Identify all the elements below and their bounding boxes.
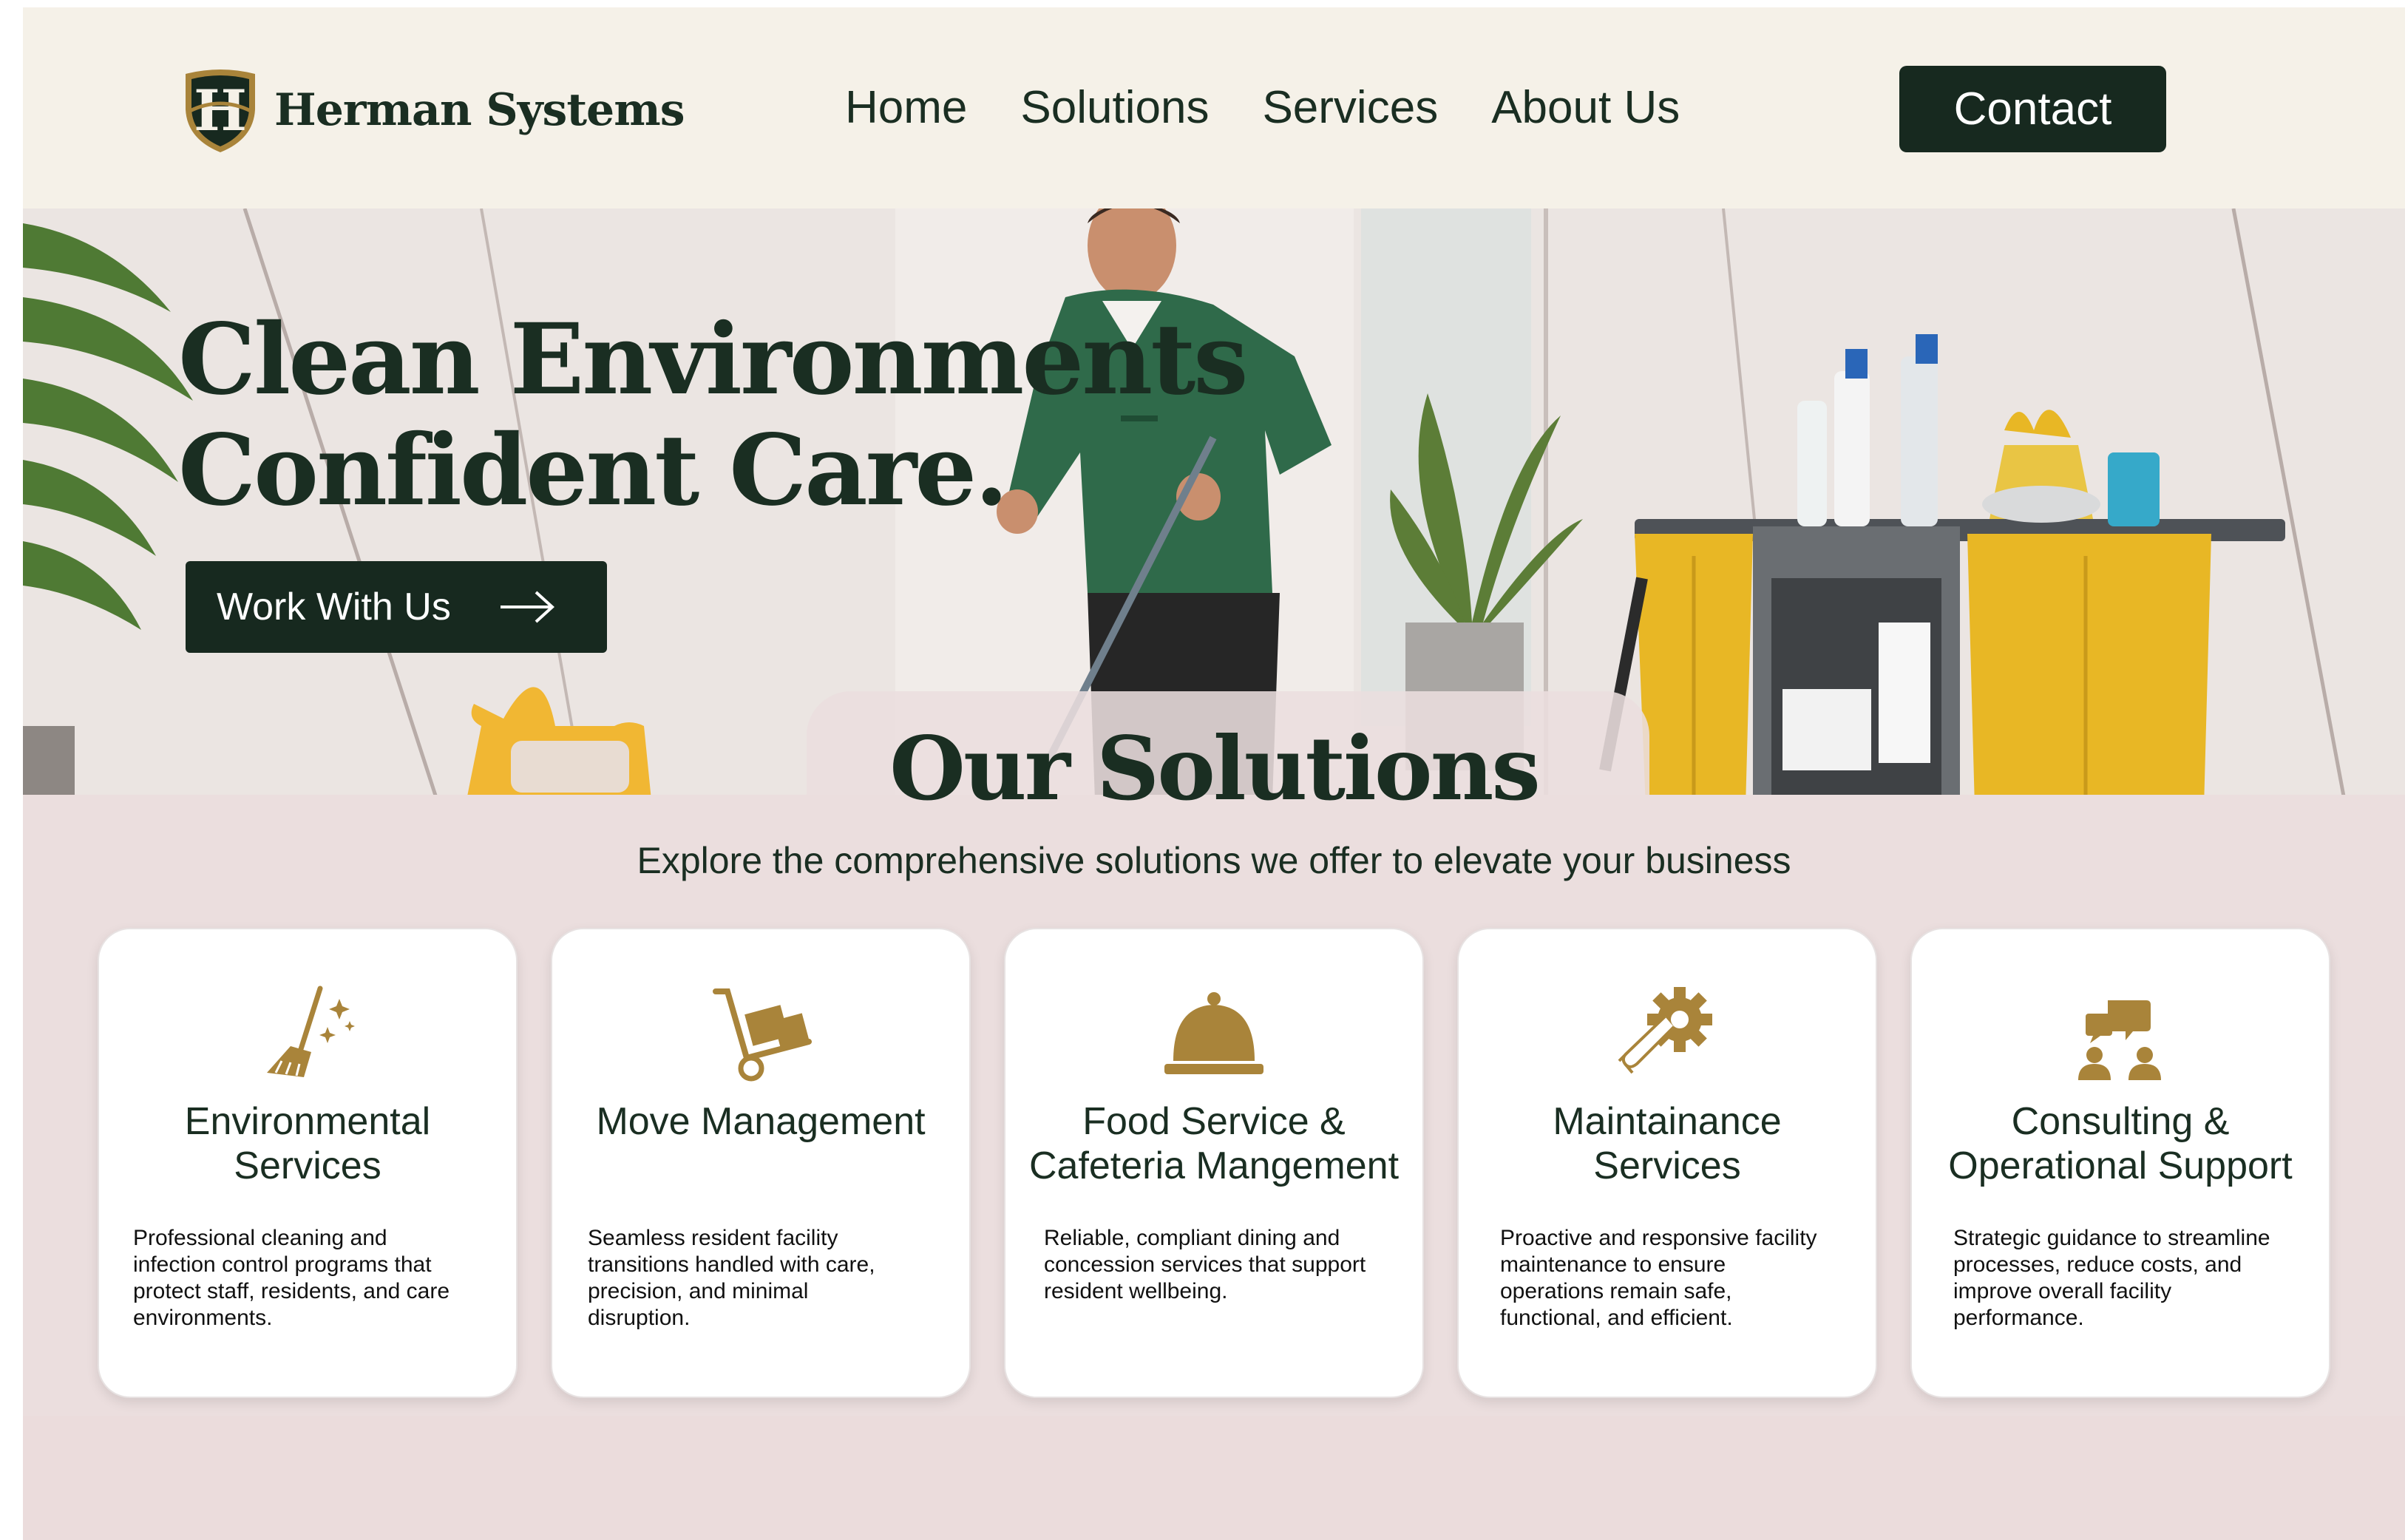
broom-sparkle-icon [267, 986, 355, 1077]
card-title-line: Move Management [596, 1100, 926, 1143]
nav-item-solutions[interactable]: Solutions [1020, 81, 1209, 134]
solution-card-environmental[interactable]: Environmental Services Professional clea… [98, 928, 518, 1398]
card-desc-line: disruption. [588, 1306, 691, 1330]
arrow-right-icon [501, 591, 554, 623]
card-desc-line: Professional cleaning and [133, 1226, 387, 1250]
card-desc-line: concession services that support [1044, 1252, 1366, 1277]
site-header: H Herman Systems Home Solutions Services… [23, 7, 2405, 208]
card-desc-line: precision, and minimal [588, 1279, 809, 1303]
card-title-line: Environmental [184, 1100, 431, 1143]
solutions-title: Our Solutions [889, 717, 1541, 820]
solution-card-consulting[interactable]: Consulting & Operational Support Strateg… [1910, 928, 2330, 1398]
wrench-gear-icon [1618, 987, 1712, 1074]
card-desc-line: improve overall facility [1953, 1279, 2172, 1303]
card-desc-line: performance. [1953, 1306, 2084, 1330]
brand-logo[interactable]: H Herman Systems [180, 67, 685, 154]
hero-title-line: Clean Environments [178, 302, 1249, 417]
card-desc-line: transitions handled with care, [588, 1252, 875, 1277]
page: Clean Environments Confident Care. Work … [23, 7, 2405, 1540]
card-desc-line: infection control programs that [133, 1252, 432, 1277]
contact-button[interactable]: Contact [1899, 66, 2166, 152]
brand-name: Herman Systems [274, 84, 685, 136]
card-desc-line: operations remain safe, [1500, 1279, 1732, 1303]
card-desc-line: Reliable, compliant dining and [1044, 1226, 1340, 1250]
card-desc-line: Strategic guidance to streamline [1953, 1226, 2270, 1250]
solution-card-maintenance[interactable]: Maintainance Services Proactive and resp… [1457, 928, 1877, 1398]
nav-item-about-us[interactable]: About Us [1491, 81, 1680, 134]
logo-letter: H [194, 78, 247, 143]
nav-item-home[interactable]: Home [845, 81, 967, 134]
nav-item-services[interactable]: Services [1262, 81, 1438, 134]
solutions-subtitle: Explore the comprehensive solutions we o… [637, 840, 1791, 881]
page-bottom-band [23, 1416, 2405, 1540]
card-desc-line: maintenance to ensure [1500, 1252, 1726, 1277]
card-desc-line: processes, reduce costs, and [1953, 1252, 2242, 1277]
solution-card-food-service[interactable]: Food Service & Cafeteria Mangement Relia… [1004, 928, 1424, 1398]
card-title-line: Services [234, 1144, 381, 1187]
card-title-line: Operational Support [1948, 1144, 2293, 1187]
consulting-people-icon [2078, 1000, 2161, 1080]
hero-title-line: Confident Care. [178, 413, 1008, 528]
card-desc-line: Proactive and responsive facility [1500, 1226, 1817, 1250]
card-title-line: Consulting & [2011, 1100, 2230, 1143]
card-desc-line: protect staff, residents, and care [133, 1279, 450, 1303]
food-cloche-icon [1164, 992, 1263, 1074]
hand-truck-icon [713, 988, 812, 1082]
hero-title: Clean Environments Confident Care. [178, 302, 1249, 528]
card-desc-line: resident wellbeing. [1044, 1279, 1228, 1303]
card-title-line: Services [1593, 1144, 1741, 1187]
card-title-line: Maintainance [1553, 1100, 1782, 1143]
solution-card-move-management[interactable]: Move Management Seamless resident facili… [551, 928, 971, 1398]
shield-logo-icon: H [186, 69, 255, 152]
card-desc-line: Seamless resident facility [588, 1226, 838, 1250]
card-title-line: Cafeteria Mangement [1028, 1144, 1400, 1187]
card-desc-line: environments. [133, 1306, 273, 1330]
card-title-line: Food Service & [1082, 1100, 1346, 1143]
work-with-us-button[interactable]: Work With Us [186, 561, 607, 653]
main-nav: Home Solutions Services About Us [845, 81, 1733, 134]
work-with-us-label: Work With Us [217, 586, 451, 628]
card-desc-line: functional, and efficient. [1500, 1306, 1733, 1330]
